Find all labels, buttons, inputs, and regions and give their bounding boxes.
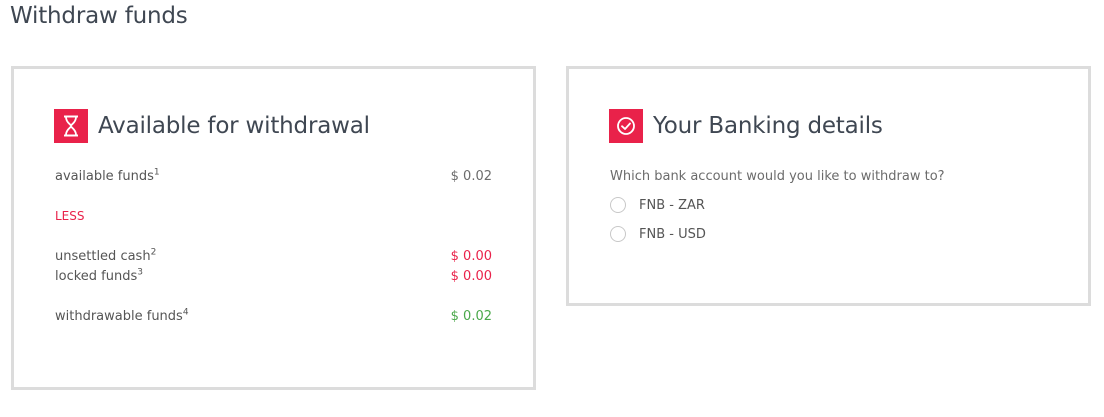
check-circle-icon bbox=[609, 109, 643, 143]
bank-account-label: FNB - ZAR bbox=[639, 197, 705, 213]
footnote-marker: 1 bbox=[153, 167, 160, 178]
footnote-marker: 2 bbox=[150, 247, 157, 258]
bank-account-question: Which bank account would you like to wit… bbox=[610, 169, 945, 184]
unsettled-cash-label: unsettled cash2 bbox=[55, 247, 157, 264]
banking-card-title: Your Banking details bbox=[653, 113, 883, 139]
available-funds-label: available funds1 bbox=[55, 167, 160, 184]
radio-button[interactable] bbox=[610, 197, 626, 213]
locked-funds-value: $ 0.00 bbox=[450, 269, 492, 284]
locked-funds-row: locked funds3 $ 0.00 bbox=[55, 267, 492, 284]
hourglass-icon bbox=[54, 109, 88, 143]
banking-details-card: Your Banking details Which bank account … bbox=[566, 66, 1091, 306]
available-card-title: Available for withdrawal bbox=[98, 113, 370, 139]
bank-account-option-fnb-usd[interactable]: FNB - USD bbox=[610, 226, 706, 242]
withdrawable-funds-label: withdrawable funds4 bbox=[55, 307, 189, 324]
footnote-marker: 3 bbox=[137, 267, 143, 278]
unsettled-cash-row: unsettled cash2 $ 0.00 bbox=[55, 247, 492, 264]
locked-funds-label: locked funds3 bbox=[55, 267, 143, 284]
available-funds-row: available funds1 $ 0.02 bbox=[55, 167, 492, 184]
withdrawable-funds-row: withdrawable funds4 $ 0.02 bbox=[55, 307, 492, 324]
unsettled-cash-value: $ 0.00 bbox=[450, 249, 492, 264]
footnote-marker: 4 bbox=[182, 307, 189, 318]
radio-button[interactable] bbox=[610, 226, 626, 242]
withdrawable-funds-value: $ 0.02 bbox=[450, 309, 492, 324]
page-title: Withdraw funds bbox=[10, 3, 188, 29]
bank-account-label: FNB - USD bbox=[639, 226, 706, 242]
less-label: LESS bbox=[55, 209, 85, 223]
available-for-withdrawal-card: Available for withdrawal available funds… bbox=[11, 66, 536, 390]
banking-card-header: Your Banking details bbox=[609, 109, 883, 143]
bank-account-option-fnb-zar[interactable]: FNB - ZAR bbox=[610, 197, 705, 213]
available-card-header: Available for withdrawal bbox=[54, 109, 370, 143]
available-funds-value: $ 0.02 bbox=[450, 169, 492, 184]
